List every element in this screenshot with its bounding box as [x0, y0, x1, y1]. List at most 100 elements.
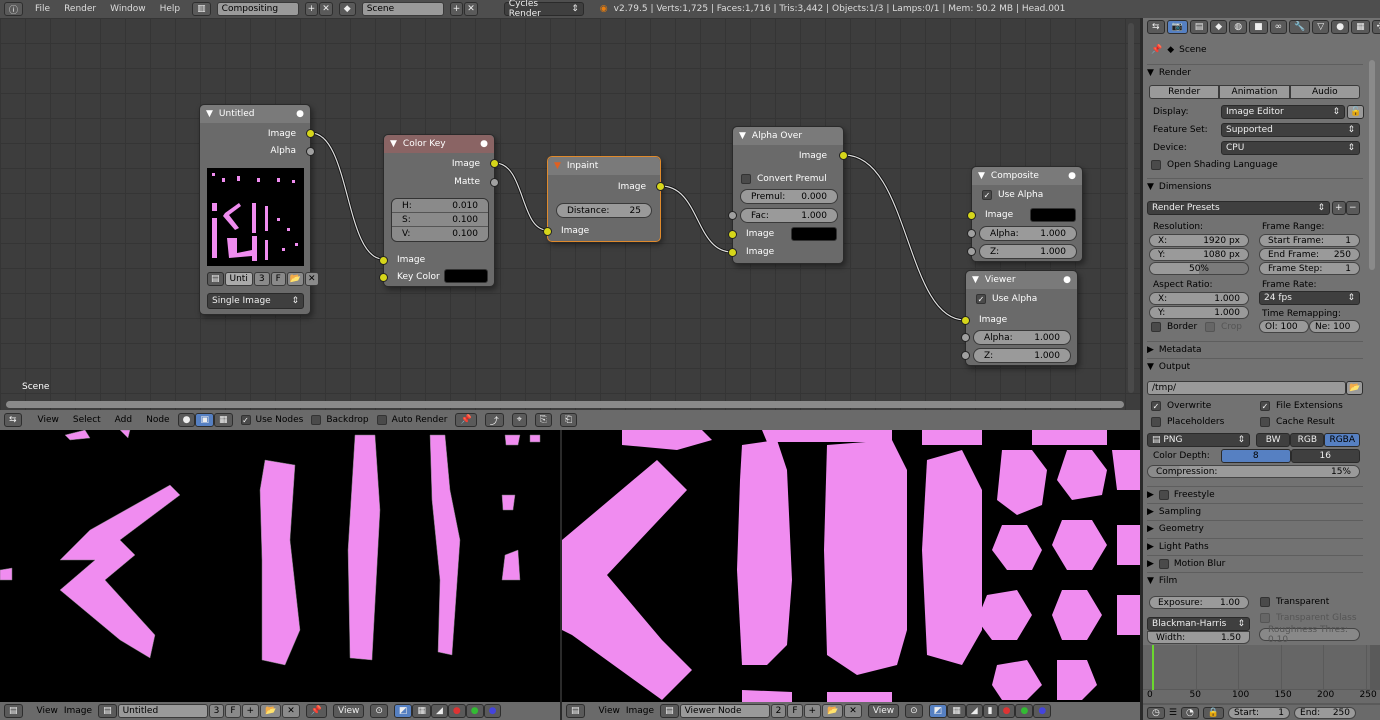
film-section-header[interactable]: ▼ Film — [1147, 572, 1363, 588]
pivot-icon[interactable]: ⊙ — [905, 704, 923, 718]
transparent-checkbox[interactable]: Transparent — [1260, 597, 1329, 607]
snap-icon[interactable]: ⌖ — [511, 413, 527, 427]
light-paths-section-header[interactable]: ▶ Light Paths — [1147, 538, 1363, 554]
shader-nodes-icon[interactable]: ● — [177, 413, 196, 427]
time-old-field[interactable]: Ol: 100 — [1259, 320, 1309, 333]
menu-select[interactable]: Select — [73, 415, 101, 425]
red-channel-icon[interactable]: ● — [997, 704, 1016, 718]
render-layers-tab-icon[interactable]: ▤ — [1189, 20, 1209, 34]
input-z-socket[interactable] — [961, 351, 970, 360]
editor-type-icon[interactable]: ⇆ — [4, 413, 22, 427]
copy-nodes-icon[interactable]: ⎘ — [534, 413, 552, 427]
input-image-socket[interactable] — [967, 211, 976, 220]
alpha-field[interactable]: Alpha: 1.000 — [973, 330, 1071, 345]
auto-render-checkbox[interactable]: Auto Render — [376, 415, 447, 425]
z-field[interactable]: Z: 1.000 — [973, 348, 1071, 363]
unlink-image-icon[interactable]: ✕ — [304, 272, 319, 286]
device-dropdown[interactable]: CPU ⇕ — [1221, 141, 1360, 155]
input-z-socket[interactable] — [967, 247, 976, 256]
green-channel-icon[interactable]: ● — [1015, 704, 1034, 718]
fake-user-button[interactable]: F — [787, 704, 803, 718]
panel-scrollbar[interactable] — [1369, 60, 1375, 270]
unlink-icon[interactable]: ✕ — [844, 704, 862, 718]
red-channel-icon[interactable]: ● — [447, 704, 466, 718]
aspect-y-field[interactable]: Y: 1.000 — [1149, 306, 1249, 319]
output-matte-socket[interactable] — [490, 178, 499, 187]
composite-node[interactable]: ▼ Composite ● ✓ Use Alpha Image Alpha: 1.000… — [967, 166, 1083, 262]
editor-type-icon[interactable]: ▤ — [566, 704, 585, 718]
object-tab-icon[interactable]: ■ — [1249, 20, 1268, 34]
image-editor-right[interactable] — [562, 430, 1140, 702]
preview-sphere-icon[interactable]: ● — [480, 139, 488, 149]
render-tab-icon[interactable]: 📷 — [1166, 20, 1188, 34]
image1-color-swatch[interactable] — [791, 227, 837, 241]
frame-rate-dropdown[interactable]: 24 fps ⇕ — [1259, 291, 1360, 305]
menu-image[interactable]: Image — [64, 706, 92, 716]
material-tab-icon[interactable]: ● — [1331, 20, 1350, 34]
resolution-y-field[interactable]: Y: 1080 px — [1149, 248, 1249, 261]
node-header[interactable]: ▼ Untitled ● — [200, 105, 310, 123]
checkbox[interactable] — [376, 415, 387, 425]
input-image2-socket[interactable] — [728, 248, 737, 257]
blue-channel-icon[interactable]: ● — [1033, 704, 1052, 718]
image-browse-icon[interactable]: ▤ — [207, 272, 224, 286]
node-header[interactable]: ▼ Inpaint — [548, 157, 660, 175]
lock-icon[interactable]: 🔒 — [1202, 706, 1225, 719]
output-section-header[interactable]: ▼ Output — [1147, 358, 1363, 374]
input-image1-socket[interactable] — [728, 230, 737, 239]
menu-view[interactable]: View — [599, 706, 620, 716]
viewer-node[interactable]: ▼ Viewer ● ✓ Use Alpha Image Alpha: 1.000 Z:… — [961, 270, 1078, 366]
use-alpha-checkbox[interactable]: ✓ Use Alpha — [976, 294, 1037, 304]
frame-step-field[interactable]: Frame Step: 1 — [1259, 262, 1360, 275]
audio-button[interactable]: Audio — [1289, 85, 1360, 99]
preview-range-icon[interactable]: ◔ — [1180, 706, 1199, 719]
node-header[interactable]: ▼ Color Key ● — [384, 135, 494, 153]
color-key-node[interactable]: ▼ Color Key ● Image Matte H: 0.010 S: 0.100 … — [379, 134, 499, 287]
remove-preset-button[interactable]: − — [1346, 201, 1360, 215]
pivot-icon[interactable]: ⊙ — [370, 704, 388, 718]
texture-tab-icon[interactable]: ▦ — [1351, 20, 1370, 34]
freestyle-section-header[interactable]: ▶ Freestyle — [1147, 486, 1363, 502]
v-field[interactable]: V: 0.100 — [392, 227, 488, 241]
open-image-icon[interactable]: 📂 — [286, 272, 304, 286]
color-alpha-icon[interactable]: ◩ — [928, 704, 948, 718]
animation-button[interactable]: Animation — [1219, 85, 1290, 99]
menu-image[interactable]: Image — [626, 706, 654, 716]
add-preset-button[interactable]: + — [1332, 201, 1346, 215]
motion-blur-section-header[interactable]: ▶ Motion Blur — [1147, 555, 1363, 571]
input-alpha-socket[interactable] — [967, 229, 976, 238]
green-channel-icon[interactable]: ● — [465, 704, 484, 718]
new-image-icon[interactable]: + — [803, 704, 822, 718]
input-image-socket[interactable] — [379, 256, 388, 265]
preview-sphere-icon[interactable]: ● — [296, 109, 304, 119]
parent-tree-icon[interactable]: ⤴ — [484, 413, 504, 427]
image-users-count[interactable]: 3 — [253, 272, 270, 286]
render-section-header[interactable]: ▼ Render — [1147, 64, 1363, 80]
use-nodes-checkbox[interactable]: ✓ Use Nodes — [240, 415, 303, 425]
compositing-nodes-icon[interactable]: ▣ — [195, 413, 214, 427]
roughness-threshold-field[interactable]: Roughness Thres: 0.10 — [1259, 625, 1360, 645]
open-image-icon[interactable]: 📂 — [822, 704, 844, 718]
convert-premul-checkbox[interactable]: Convert Premul — [741, 174, 827, 184]
z-buffer-icon[interactable]: ▮ — [982, 704, 998, 718]
fake-user-button[interactable]: F — [270, 272, 286, 286]
crop-checkbox[interactable]: Crop — [1205, 322, 1242, 332]
fake-user-button[interactable]: F — [225, 704, 241, 718]
sampling-section-header[interactable]: ▶ Sampling — [1147, 503, 1363, 519]
start-frame-field[interactable]: Start Frame: 1 — [1259, 234, 1360, 247]
paste-nodes-icon[interactable]: ⎗ — [559, 413, 578, 427]
checkbox[interactable] — [741, 174, 751, 184]
feature-set-dropdown[interactable]: Supported ⇕ — [1221, 123, 1360, 137]
file-format-dropdown[interactable]: ▤ PNG ⇕ — [1147, 433, 1250, 447]
compression-slider[interactable]: Compression: 15% — [1147, 465, 1360, 478]
menu-node[interactable]: Node — [146, 415, 170, 425]
node-header[interactable]: ▼ Viewer ● — [966, 271, 1077, 289]
timeline[interactable]: 0 50 100 150 200 250 — [1143, 645, 1380, 705]
lock-icon[interactable]: 🔓 — [1347, 105, 1365, 119]
color-icon[interactable]: ▦ — [947, 704, 966, 718]
z-field[interactable]: Z: 1.000 — [979, 244, 1077, 259]
file-extensions-checkbox[interactable]: ✓ File Extensions — [1260, 401, 1343, 411]
distance-field[interactable]: Distance: 25 — [556, 203, 652, 218]
render-button[interactable]: Render — [1149, 85, 1220, 99]
start-field[interactable]: Start: 1 — [1228, 706, 1291, 719]
